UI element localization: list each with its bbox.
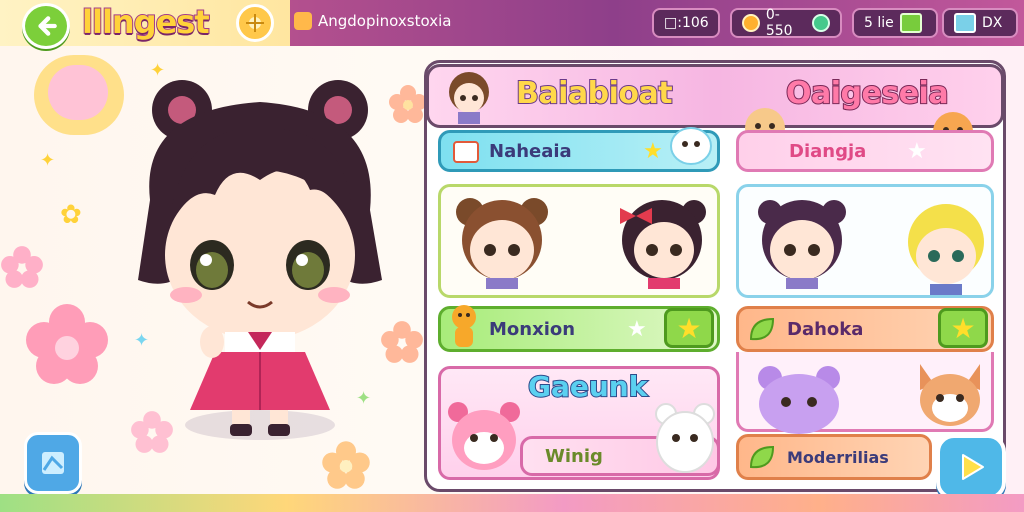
purple-bear-icon [758, 366, 840, 434]
breadcrumb-label: Angdopinoxstoxia [318, 12, 452, 30]
bunny-icon [670, 127, 712, 165]
flag-icon [954, 13, 976, 33]
character-face-blonde [908, 204, 984, 295]
favorite-button[interactable]: ★ [664, 308, 714, 348]
flag-value: DX [982, 15, 1003, 31]
map-icon [42, 452, 64, 474]
character-face-purple-hair [758, 200, 846, 289]
star-icon: ★ [643, 139, 663, 164]
coin-counter: 0-550 [730, 7, 842, 39]
timer-value: □:106 [664, 15, 709, 31]
flower-icon [26, 304, 108, 384]
character-face-bow [620, 200, 706, 289]
coin-icon [742, 14, 760, 32]
star-icon: ★ [950, 311, 976, 345]
sparkle-icon: ✿ [60, 200, 82, 230]
arrow-left-icon [38, 16, 57, 36]
gem-icon [812, 14, 830, 32]
tablet-icon [453, 141, 479, 163]
sparkle-icon: ✦ [150, 60, 166, 81]
box-icon [899, 13, 922, 33]
moderrilias-label: Moderrilias [787, 447, 889, 467]
next-button[interactable] [936, 434, 1006, 500]
emblem-icon[interactable] [236, 4, 274, 42]
moderrilias-button[interactable]: Moderrilias [736, 434, 932, 480]
left-panel-title: Baiabioat [515, 75, 674, 112]
favorite-button-right[interactable]: ★ [938, 308, 988, 348]
app-title: lllngest [81, 2, 211, 42]
timer-counter: □:106 [652, 8, 720, 38]
pink-hamster-icon [448, 402, 520, 470]
settings-button[interactable] [24, 432, 82, 494]
right-panel-title: Oaigeseia [785, 75, 950, 112]
star-outline-icon: ★ [627, 317, 647, 342]
character-face-brown-hair [456, 198, 548, 289]
cat-mascot-icon [34, 55, 124, 135]
sparkle-icon: ✦ [40, 150, 56, 171]
naheaia-label: Naheaia [489, 140, 572, 162]
play-arrow-icon [962, 454, 984, 480]
duck-icon [449, 301, 479, 347]
white-bear-icon [655, 403, 715, 473]
fox-icon [920, 364, 980, 426]
breadcrumb: Angdopinoxstoxia [294, 12, 451, 30]
dahoka-label: Dahoka [787, 318, 864, 340]
chibi-character [138, 80, 382, 436]
box-counter[interactable]: 5 lie [852, 8, 938, 38]
leaf-icon [747, 443, 777, 473]
coin-value: 0-550 [765, 7, 793, 39]
flower-icon [1, 246, 43, 288]
leaf-icon [747, 315, 777, 345]
winig-label: Winig [545, 445, 603, 467]
flower-icon [322, 441, 370, 489]
flag-counter[interactable]: DX [942, 8, 1018, 38]
bottom-decor-strip [0, 494, 1024, 512]
gaeunk-title: Gaeunk [527, 369, 648, 404]
box-value: 5 lie [864, 15, 894, 31]
star-outline-icon: ★ [907, 139, 927, 164]
monxion-label: Monxion [489, 318, 576, 340]
diangja-label: Diangja [789, 140, 867, 162]
back-button[interactable] [22, 3, 70, 49]
star-icon: ★ [676, 311, 702, 345]
avatar [449, 72, 489, 124]
diangja-button[interactable]: Diangja ★ [736, 130, 994, 172]
book-icon [294, 12, 312, 30]
